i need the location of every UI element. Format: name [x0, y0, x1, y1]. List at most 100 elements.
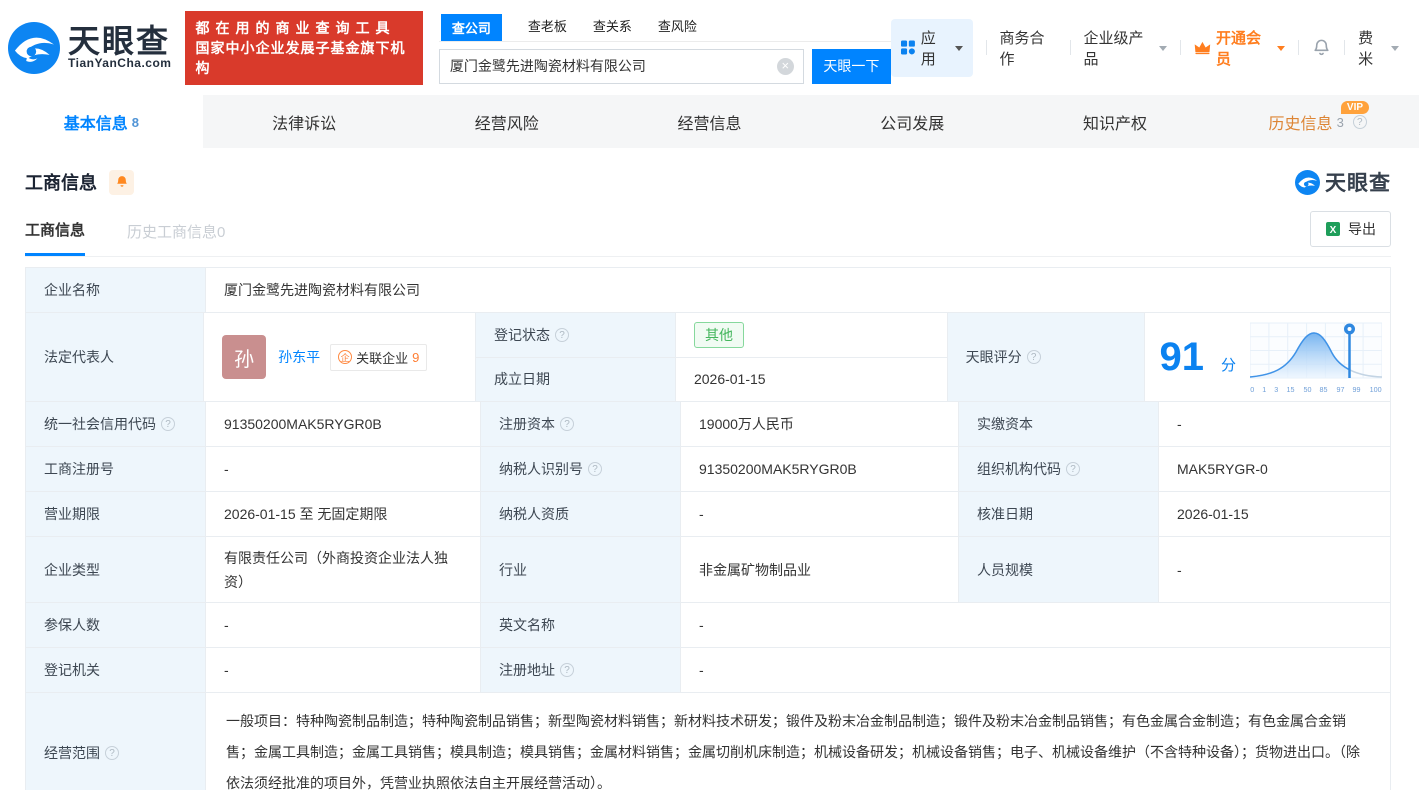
reg-authority-value: - — [206, 648, 481, 693]
tianyancha-logo-icon — [8, 22, 60, 74]
subtab-history-business-info[interactable]: 历史工商信息0 — [127, 221, 225, 255]
related-companies-badge[interactable]: 企 关联企业 9 — [330, 344, 427, 371]
enterprise-products-label: 企业级产品 — [1083, 27, 1154, 69]
clear-search-icon[interactable]: × — [777, 58, 794, 75]
taxpayer-quality-value: - — [681, 492, 959, 537]
apps-grid-icon — [901, 40, 915, 55]
menu-item-enterprise-products[interactable]: 企业级产品 — [1083, 27, 1167, 69]
reg-status-label: 登记状态 — [476, 313, 676, 358]
user-menu[interactable]: 费米 — [1358, 27, 1399, 69]
watermark-text: 天眼查 — [1325, 167, 1391, 197]
org-code-label: 组织机构代码 — [959, 447, 1159, 492]
help-icon[interactable] — [1066, 462, 1080, 476]
business-info-table: 企业名称 厦门金鹭先进陶瓷材料有限公司 法定代表人 孙 孙东平 企 关联企业 9… — [25, 267, 1391, 790]
reg-authority-label: 登记机关 — [26, 648, 206, 693]
tab-basic-info[interactable]: 基本信息 8 — [0, 95, 203, 148]
chevron-down-icon — [1159, 46, 1167, 51]
staff-size-value: - — [1159, 537, 1391, 603]
menu-item-cooperation[interactable]: 商务合作 — [1000, 27, 1057, 69]
help-icon[interactable] — [1027, 350, 1041, 364]
table-row: 企业名称 厦门金鹭先进陶瓷材料有限公司 — [26, 268, 1391, 313]
search-tab-risk[interactable]: 查风险 — [658, 12, 697, 41]
related-companies-icon: 企 — [338, 350, 352, 364]
tab-basic-info-count: 8 — [132, 115, 139, 130]
status-date-subgrid: 登记状态 其他 成立日期 2026-01-15 — [476, 313, 948, 402]
tab-intellectual-property[interactable]: 知识产权 — [1014, 95, 1217, 148]
watermark-logo: 天眼查 — [1295, 167, 1391, 197]
industry-label: 行业 — [481, 537, 681, 603]
staff-size-label: 人员规模 — [959, 537, 1159, 603]
subtab-business-info[interactable]: 工商信息 — [25, 219, 85, 256]
legal-rep-name-link[interactable]: 孙东平 — [278, 347, 320, 367]
score-axis-labels: 01 315 5085 9799 100 — [1250, 385, 1382, 394]
help-icon[interactable] — [161, 417, 175, 431]
logo-title: 天眼查 — [68, 26, 171, 56]
excel-icon: X — [1325, 221, 1341, 237]
logo-text: 天眼查 TianYanCha.com — [68, 26, 171, 70]
banner-line1: 都在用的商业查询工具 — [195, 18, 412, 38]
company-nav-tabs: 基本信息 8 法律诉讼 经营风险 经营信息 公司发展 知识产权 VIP 历史信息… — [0, 95, 1419, 148]
search-row: × 天眼一下 — [439, 49, 891, 84]
legal-rep-avatar[interactable]: 孙 — [222, 335, 266, 379]
help-icon[interactable] — [560, 417, 574, 431]
search-input-wrap: × — [439, 49, 804, 84]
apps-menu-button[interactable]: 应用 — [891, 19, 973, 77]
header-menu: 应用 商务合作 企业级产品 开通会员 费米 — [891, 19, 1399, 77]
subscribe-bell-icon[interactable] — [109, 170, 134, 195]
tab-legal-lawsuits[interactable]: 法律诉讼 — [203, 95, 406, 148]
open-vip-button[interactable]: 开通会员 — [1194, 27, 1285, 69]
top-header: 天眼查 TianYanCha.com 都在用的商业查询工具 国家中小企业发展子基… — [0, 0, 1419, 95]
tab-operation-risk[interactable]: 经营风险 — [405, 95, 608, 148]
tab-history-label: 历史信息 — [1269, 110, 1333, 134]
tianyancha-logo[interactable]: 天眼查 TianYanCha.com — [8, 22, 171, 74]
business-term-label: 营业期限 — [26, 492, 206, 537]
reg-number-value: - — [206, 447, 481, 492]
paid-capital-label: 实缴资本 — [959, 402, 1159, 447]
related-companies-count: 9 — [412, 350, 419, 365]
reg-address-label: 注册地址 — [481, 648, 681, 693]
svg-text:X: X — [1330, 225, 1337, 236]
export-button[interactable]: X 导出 — [1310, 211, 1391, 247]
search-tab-relation[interactable]: 查关系 — [593, 12, 632, 41]
reg-capital-label-text: 注册资本 — [499, 414, 555, 434]
search-tab-company[interactable]: 查公司 — [441, 14, 502, 41]
help-icon[interactable] — [560, 663, 574, 677]
taxpayer-id-label: 纳税人识别号 — [481, 447, 681, 492]
legal-rep-cell: 孙 孙东平 企 关联企业 9 — [204, 313, 476, 402]
crown-icon — [1194, 40, 1211, 55]
reg-capital-label: 注册资本 — [481, 402, 681, 447]
tab-history-info[interactable]: VIP 历史信息 3 — [1216, 95, 1419, 148]
business-term-value: 2026-01-15 至 无固定期限 — [206, 492, 481, 537]
help-icon[interactable] — [105, 746, 119, 760]
notifications-bell-icon[interactable] — [1312, 38, 1331, 57]
section-header: 工商信息 天眼查 — [25, 167, 1391, 197]
divider — [1180, 40, 1181, 55]
table-row: 统一社会信用代码 91350200MAK5RYGR0B 注册资本 19000万人… — [26, 402, 1391, 447]
score-value: 91 — [1159, 337, 1204, 377]
help-icon[interactable] — [555, 328, 569, 342]
tab-company-development[interactable]: 公司发展 — [811, 95, 1014, 148]
business-scope-label: 经营范围 — [26, 693, 206, 790]
section-title: 工商信息 — [25, 169, 97, 195]
company-name-value: 厦门金鹭先进陶瓷材料有限公司 — [206, 268, 1391, 313]
help-icon[interactable] — [588, 462, 602, 476]
chevron-down-icon — [955, 46, 963, 51]
paid-capital-value: - — [1159, 402, 1391, 447]
search-tab-boss[interactable]: 查老板 — [528, 12, 567, 41]
establish-date-value: 2026-01-15 — [676, 358, 948, 403]
reg-status-label-text: 登记状态 — [494, 325, 550, 345]
score-label-text: 天眼评分 — [966, 347, 1022, 367]
industry-value: 非金属矿物制品业 — [681, 537, 959, 603]
tab-label: 经营信息 — [678, 110, 742, 134]
help-icon[interactable] — [1353, 115, 1367, 129]
uscc-label: 统一社会信用代码 — [26, 402, 206, 447]
open-vip-label: 开通会员 — [1216, 27, 1272, 69]
org-code-label-text: 组织机构代码 — [977, 459, 1061, 479]
divider — [1344, 40, 1345, 55]
tab-operation-info[interactable]: 经营信息 — [608, 95, 811, 148]
search-button[interactable]: 天眼一下 — [812, 49, 891, 84]
divider — [986, 40, 987, 55]
status-badge: 其他 — [694, 322, 744, 348]
watermark-logo-icon — [1295, 170, 1320, 195]
search-input[interactable] — [439, 49, 804, 84]
